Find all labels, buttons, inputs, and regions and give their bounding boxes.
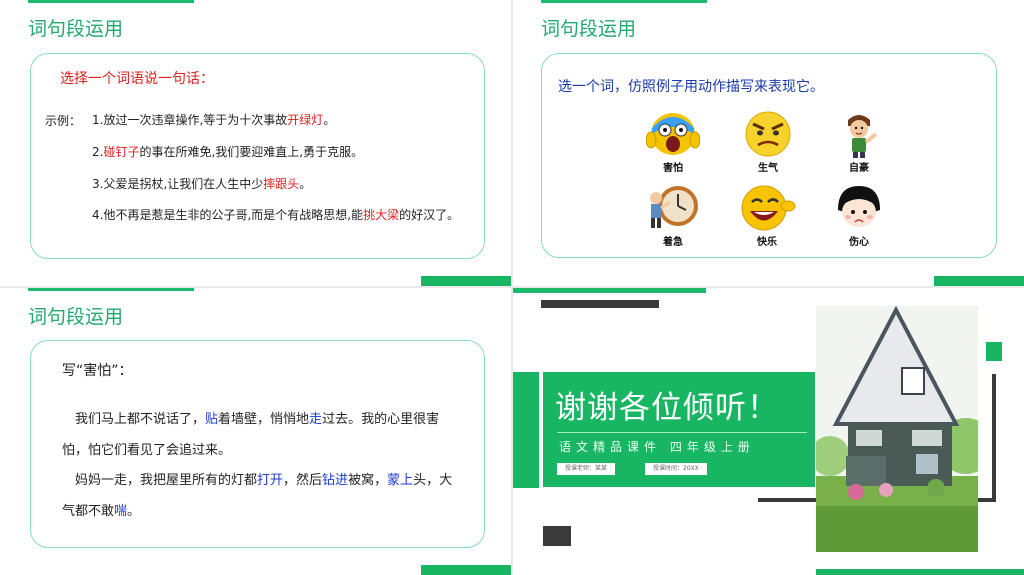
teacher-pill: 授课老师：某某	[557, 463, 616, 475]
action-word: 蒙上	[387, 473, 414, 488]
scared-face-icon	[646, 113, 700, 155]
emotion-label: 快乐	[757, 237, 777, 248]
thanks-title: 谢谢各位倾听！	[555, 390, 779, 426]
idiom-highlight: 碰钉子	[103, 145, 140, 159]
house-photo	[816, 306, 978, 552]
dark-square	[543, 526, 571, 546]
emotion-label: 伤心	[849, 237, 869, 248]
example-1: 1.放过一次违章操作,等于为十次事故开绿灯。	[92, 113, 336, 127]
top-accent-bar	[28, 0, 194, 3]
sad-girl-icon	[838, 186, 880, 227]
slide-title: 词句段运用	[28, 18, 124, 40]
bottom-accent-bar	[421, 276, 511, 286]
proud-boy-icon	[848, 115, 878, 158]
anxious-clock-man-icon	[650, 186, 698, 228]
prompt-text: 选择一个词语说一句话：	[60, 71, 214, 87]
action-word: 贴	[205, 412, 219, 427]
green-square	[986, 342, 1002, 361]
action-word: 喘	[114, 504, 128, 519]
bottom-accent-bar	[816, 569, 1024, 575]
slide-4[interactable]: 谢谢各位倾听！ 语文精品课件 四年级上册 授课老师：某某 授课时间：20XX	[513, 288, 1024, 575]
bottom-accent-bar	[421, 565, 511, 575]
slide-1[interactable]: 词句段运用 选择一个词语说一句话： 示例： 1.放过一次违章操作,等于为十次事故…	[0, 0, 511, 286]
time-pill: 授课时间：20XX	[645, 463, 707, 475]
emotion-proud[interactable]: 自豪	[829, 112, 889, 174]
emotion-anxious[interactable]: 着急	[643, 184, 703, 248]
divider	[557, 432, 807, 433]
emotion-angry[interactable]: 生气	[738, 110, 798, 174]
example-label: 示例：	[45, 114, 82, 128]
top-accent-bar	[28, 288, 194, 291]
action-word: 走	[309, 412, 323, 427]
example-4: 4.他不再是惹是生非的公子哥,而是个有战略思想,能挑大梁的好汉了。	[92, 208, 460, 222]
slide-3[interactable]: 词句段运用 写“害怕”： 我们马上都不说话了，贴着墙壁，悄悄地走过去。我的心里很…	[0, 288, 511, 575]
action-word: 钻进	[322, 473, 349, 488]
happy-face-icon	[741, 185, 796, 231]
emotion-label: 着急	[663, 237, 683, 248]
prompt-text: 选一个词，仿照例子用动作描写来表现它。	[558, 79, 824, 95]
idiom-highlight: 挑大梁	[363, 208, 400, 222]
dark-accent-bar	[541, 300, 659, 308]
emotion-label: 害怕	[663, 163, 683, 174]
paragraph-2: 妈妈一走，我把屋里所有的灯都打开，然后钻进被窝，蒙上头，大气都不敢喘。	[62, 473, 453, 519]
example-3: 3.父爱是拐杖,让我们在人生中少摔跟头。	[92, 177, 312, 191]
example-2: 2.碰钉子的事在所难免,我们要迎难直上,勇于克服。	[92, 145, 364, 159]
idiom-highlight: 摔跟头	[263, 177, 300, 191]
emotion-sad[interactable]: 伤心	[829, 184, 889, 248]
top-accent-bar	[513, 288, 706, 293]
emotion-scared[interactable]: 害怕	[643, 110, 703, 174]
title-band: 谢谢各位倾听！ 语文精品课件 四年级上册 授课老师：某某 授课时间：20XX	[543, 372, 815, 487]
left-green-block	[513, 372, 539, 488]
action-word: 打开	[257, 473, 284, 488]
slide-title: 词句段运用	[28, 306, 124, 328]
top-accent-bar	[541, 0, 707, 3]
emotion-label: 自豪	[849, 163, 869, 174]
angry-face-icon	[745, 111, 791, 157]
emotion-label: 生气	[758, 163, 778, 174]
emotion-happy[interactable]: 快乐	[737, 184, 797, 248]
subtitle: 语文精品课件 四年级上册	[559, 440, 755, 454]
paragraph-1: 我们马上都不说话了，贴着墙壁，悄悄地走过去。我的心里很害怕，怕它们看见了会追过来…	[62, 412, 440, 458]
slide-2[interactable]: 词句段运用 选一个词，仿照例子用动作描写来表现它。 害怕 生气 自豪 着急 快乐…	[513, 0, 1024, 286]
bottom-accent-bar	[934, 276, 1024, 286]
idiom-highlight: 开绿灯	[287, 113, 324, 127]
slide-title: 词句段运用	[541, 18, 637, 40]
section-heading: 写“害怕”：	[62, 363, 133, 379]
